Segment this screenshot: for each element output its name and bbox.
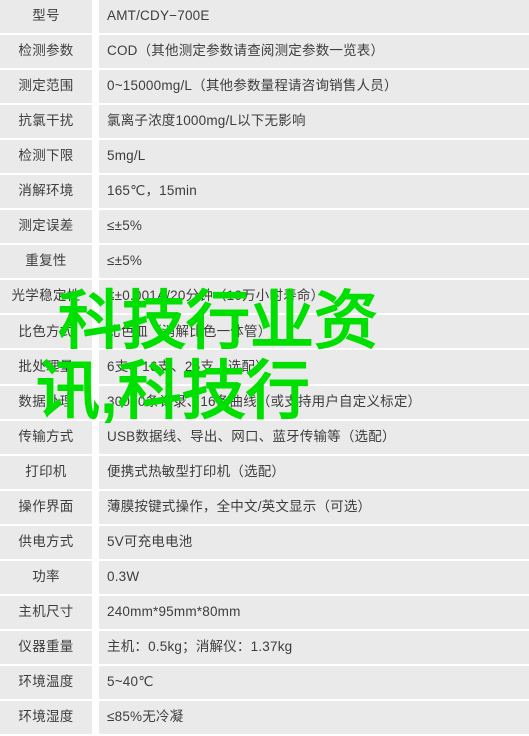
table-row: 环境温度 5~40℃ <box>0 665 529 701</box>
table-row: 光学稳定性 ≤±0.001A/20分钟（10万小时寿命） <box>0 280 529 316</box>
column-divider <box>92 595 99 629</box>
spec-label: 操作界面 <box>0 490 92 524</box>
column-divider <box>92 700 99 734</box>
spec-label: 供电方式 <box>0 525 92 559</box>
spec-label: 重复性 <box>0 245 92 279</box>
column-divider <box>92 0 99 34</box>
table-row: 数据处理 30000条记录、16条曲线（或支持用户自定义标定） <box>0 385 529 421</box>
table-row: 比色方式 比色皿（消解比色一体管） <box>0 315 529 351</box>
spec-value: 0~15000mg/L（其他参数量程请咨询销售人员） <box>99 70 529 104</box>
spec-label: 检测参数 <box>0 35 92 69</box>
table-row: 测定误差 ≤±5% <box>0 210 529 246</box>
specification-table: 型号 AMT/CDY−700E 检测参数 COD（其他测定参数请查阅测定参数一览表）测… <box>0 0 529 736</box>
table-row: 重复性 ≤±5% <box>0 245 529 281</box>
column-divider <box>92 35 99 69</box>
spec-value: AMT/CDY−700E <box>99 0 529 34</box>
column-divider <box>92 105 99 139</box>
spec-label: 测定范围 <box>0 70 92 104</box>
spec-value: ≤±0.001A/20分钟（10万小时寿命） <box>99 280 529 314</box>
spec-label: 主机尺寸 <box>0 595 92 629</box>
spec-value: 6支、16支、25支（选配） <box>99 350 529 384</box>
column-divider <box>92 280 99 314</box>
column-divider <box>92 455 99 489</box>
table-row: 功率 0.3W <box>0 560 529 596</box>
spec-value: 5V可充电电池 <box>99 525 529 559</box>
spec-value: 0.3W <box>99 560 529 594</box>
spec-label: 功率 <box>0 560 92 594</box>
spec-value: 165℃，15min <box>99 175 529 209</box>
column-divider <box>92 140 99 174</box>
column-divider <box>92 420 99 454</box>
spec-label: 比色方式 <box>0 315 92 349</box>
spec-value: 5mg/L <box>99 140 529 174</box>
spec-value: 30000条记录、16条曲线（或支持用户自定义标定） <box>99 385 529 419</box>
spec-value: 主机：0.5kg；消解仪：1.37kg <box>99 630 529 664</box>
table-row: 传输方式 USB数据线、导出、网口、蓝牙传输等（选配） <box>0 420 529 456</box>
spec-value: 便携式热敏型打印机（选配） <box>99 455 529 489</box>
table-row: 批处理量 6支、16支、25支（选配） <box>0 350 529 386</box>
spec-label: 型号 <box>0 0 92 34</box>
column-divider <box>92 70 99 104</box>
table-row: 型号 AMT/CDY−700E <box>0 0 529 36</box>
spec-value: USB数据线、导出、网口、蓝牙传输等（选配） <box>99 420 529 454</box>
spec-value: ≤±5% <box>99 245 529 279</box>
column-divider <box>92 245 99 279</box>
spec-value: 5~40℃ <box>99 665 529 699</box>
spec-label: 光学稳定性 <box>0 280 92 314</box>
spec-label: 批处理量 <box>0 350 92 384</box>
table-row: 测定范围 0~15000mg/L（其他参数量程请咨询销售人员） <box>0 70 529 106</box>
table-row: 检测下限 5mg/L <box>0 140 529 176</box>
column-divider <box>92 490 99 524</box>
column-divider <box>92 175 99 209</box>
table-row: 检测参数 COD（其他测定参数请查阅测定参数一览表） <box>0 35 529 71</box>
spec-label: 测定误差 <box>0 210 92 244</box>
table-row: 主机尺寸 240mm*95mm*80mm <box>0 595 529 631</box>
table-row: 抗氯干扰 氯离子浓度1000mg/L以下无影响 <box>0 105 529 141</box>
table-row: 供电方式 5V可充电电池 <box>0 525 529 561</box>
spec-label: 仪器重量 <box>0 630 92 664</box>
column-divider <box>92 315 99 349</box>
spec-value: 氯离子浓度1000mg/L以下无影响 <box>99 105 529 139</box>
spec-label: 环境温度 <box>0 665 92 699</box>
spec-value: 比色皿（消解比色一体管） <box>99 315 529 349</box>
spec-value: 240mm*95mm*80mm <box>99 595 529 629</box>
table-row: 操作界面 薄膜按键式操作，全中文/英文显示（可选） <box>0 490 529 526</box>
column-divider <box>92 525 99 559</box>
spec-label: 环境湿度 <box>0 700 92 734</box>
spec-value: 薄膜按键式操作，全中文/英文显示（可选） <box>99 490 529 524</box>
spec-label: 传输方式 <box>0 420 92 454</box>
table-row: 打印机 便携式热敏型打印机（选配） <box>0 455 529 491</box>
column-divider <box>92 630 99 664</box>
spec-value: ≤±5% <box>99 210 529 244</box>
table-row: 消解环境 165℃，15min <box>0 175 529 211</box>
spec-label: 抗氯干扰 <box>0 105 92 139</box>
spec-label: 检测下限 <box>0 140 92 174</box>
spec-label: 消解环境 <box>0 175 92 209</box>
column-divider <box>92 350 99 384</box>
column-divider <box>92 665 99 699</box>
spec-value: COD（其他测定参数请查阅测定参数一览表） <box>99 35 529 69</box>
column-divider <box>92 210 99 244</box>
table-row: 环境湿度 ≤85%无冷凝 <box>0 700 529 736</box>
spec-label: 打印机 <box>0 455 92 489</box>
spec-value: ≤85%无冷凝 <box>99 700 529 734</box>
column-divider <box>92 385 99 419</box>
column-divider <box>92 560 99 594</box>
table-row: 仪器重量 主机：0.5kg；消解仪：1.37kg <box>0 630 529 666</box>
spec-label: 数据处理 <box>0 385 92 419</box>
